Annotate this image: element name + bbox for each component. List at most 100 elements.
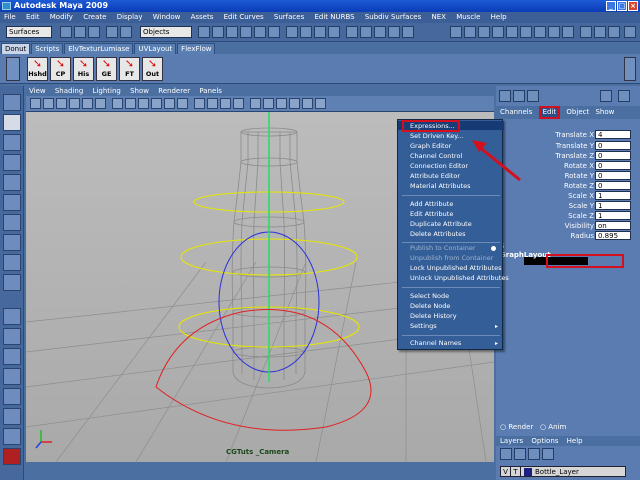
panel-toggle-icon[interactable] xyxy=(506,26,518,38)
shelf-button-hshd[interactable]: ➘ Hshd xyxy=(27,57,48,81)
menu-item-settings[interactable]: Settings xyxy=(410,322,437,330)
lasso-tool-icon[interactable] xyxy=(3,114,21,131)
pick-mask-icon[interactable] xyxy=(240,26,252,38)
wireframe-on-shaded-icon[interactable] xyxy=(164,98,175,109)
pick-mask-icon[interactable] xyxy=(268,26,280,38)
shelf-button-cp[interactable]: ➘ CP xyxy=(50,57,71,81)
select-tool-icon[interactable] xyxy=(3,94,21,111)
new-layer-icon[interactable] xyxy=(500,448,512,460)
menu-create[interactable]: Create xyxy=(83,13,106,21)
pick-mask-icon[interactable] xyxy=(212,26,224,38)
pick-mask-icon[interactable] xyxy=(226,26,238,38)
hud-icon[interactable] xyxy=(276,98,287,109)
smooth-shade-icon[interactable] xyxy=(151,98,162,109)
hud-icon[interactable] xyxy=(289,98,300,109)
menu-item-select-node[interactable]: Select Node xyxy=(410,292,449,300)
paint-select-icon[interactable] xyxy=(3,134,21,151)
move-tool-icon[interactable] xyxy=(3,154,21,171)
attr-row[interactable]: Translate X4 xyxy=(496,130,640,140)
panel-menu-view[interactable]: View xyxy=(29,87,46,95)
isolate-select-icon[interactable] xyxy=(250,98,261,109)
camera-attr-icon[interactable] xyxy=(43,98,54,109)
wireframe-icon[interactable] xyxy=(112,98,123,109)
panel-menu-show[interactable]: Show xyxy=(130,87,149,95)
layout-persp-graph-icon[interactable] xyxy=(3,368,21,385)
history-icon[interactable] xyxy=(346,26,358,38)
hud-icon[interactable] xyxy=(315,98,326,109)
panel-toggle-icon[interactable] xyxy=(534,26,546,38)
smooth-shade-icon[interactable] xyxy=(138,98,149,109)
menu-item-unlock-unpublished[interactable]: Unlock Unpublished Attributes xyxy=(410,274,509,282)
panel-toggle-icon[interactable] xyxy=(594,26,606,38)
menu-muscle[interactable]: Muscle xyxy=(456,13,480,21)
layer-menu-options[interactable]: Options xyxy=(531,437,558,445)
option-box-icon[interactable] xyxy=(491,246,496,251)
menu-assets[interactable]: Assets xyxy=(191,13,214,21)
channel-box-menu-object[interactable]: Object xyxy=(566,108,589,116)
panel-toggle-icon[interactable] xyxy=(624,26,636,38)
select-object-icon[interactable] xyxy=(120,26,132,38)
menu-set-dropdown[interactable]: Surfaces xyxy=(6,26,52,38)
panel-toggle-icon[interactable] xyxy=(492,26,504,38)
menu-item-edit-attribute[interactable]: Edit Attribute xyxy=(410,210,453,218)
menu-help[interactable]: Help xyxy=(491,13,507,21)
menu-edit-curves[interactable]: Edit Curves xyxy=(224,13,264,21)
attr-row[interactable]: Scale Y1 xyxy=(496,201,640,211)
shadows-icon[interactable] xyxy=(233,98,244,109)
new-layer-selected-icon[interactable] xyxy=(514,448,526,460)
attr-row[interactable]: Scale Z1 xyxy=(496,211,640,221)
menu-edit-nurbs[interactable]: Edit NURBS xyxy=(314,13,354,21)
new-scene-icon[interactable] xyxy=(60,26,72,38)
menu-item-lock-unpublished[interactable]: Lock Unpublished Attributes xyxy=(410,264,502,272)
layout-four-icon[interactable] xyxy=(3,328,21,345)
snap-plane-icon[interactable] xyxy=(328,26,340,38)
render-icon[interactable] xyxy=(374,26,386,38)
attr-row[interactable]: Rotate X0 xyxy=(496,161,640,171)
shelf-scroll-icon[interactable] xyxy=(624,57,636,81)
pick-mask-icon[interactable] xyxy=(198,26,210,38)
save-scene-icon[interactable] xyxy=(88,26,100,38)
camera-icon[interactable] xyxy=(30,98,41,109)
menu-item-delete-attributes[interactable]: Delete Attributes xyxy=(410,230,466,238)
panel-toggle-icon[interactable] xyxy=(608,26,620,38)
selection-mode-dropdown[interactable]: Objects xyxy=(140,26,192,38)
menu-nex[interactable]: NEX xyxy=(432,13,446,21)
select-hierarchy-icon[interactable] xyxy=(106,26,118,38)
channel-box-menu-channels[interactable]: Channels xyxy=(500,108,532,116)
layout-icon[interactable] xyxy=(600,90,612,102)
panel-toggle-icon[interactable] xyxy=(580,26,592,38)
layout-custom-icon[interactable] xyxy=(3,428,21,445)
open-scene-icon[interactable] xyxy=(74,26,86,38)
lights-icon[interactable] xyxy=(220,98,231,109)
menu-item-duplicate-attribute[interactable]: Duplicate Attribute xyxy=(410,220,472,228)
menu-item-expressions[interactable]: Expressions... xyxy=(410,122,455,130)
panel-menu-lighting[interactable]: Lighting xyxy=(93,87,121,95)
smooth-shade-icon[interactable] xyxy=(125,98,136,109)
attr-row[interactable]: Translate Z0 xyxy=(496,151,640,161)
attr-row-rotate-y[interactable]: Rotate Y0 xyxy=(496,171,640,181)
layer-menu-help[interactable]: Help xyxy=(567,437,583,445)
attr-row[interactable]: Radius 0.895 xyxy=(496,231,640,241)
layout-single-icon[interactable] xyxy=(3,308,21,325)
layer-row-bottle[interactable]: V T Bottle_Layer xyxy=(500,466,626,477)
history-icon[interactable] xyxy=(360,26,372,38)
attr-row[interactable]: Scale X1 xyxy=(496,191,640,201)
menu-window[interactable]: Window xyxy=(153,13,181,21)
menu-display[interactable]: Display xyxy=(117,13,143,21)
film-gate-icon[interactable] xyxy=(95,98,106,109)
shelf-button-out[interactable]: ➘ Out xyxy=(142,57,163,81)
move-layer-icon[interactable] xyxy=(528,448,540,460)
layer-visibility-toggle[interactable]: V xyxy=(501,467,511,477)
layer-type-toggle[interactable]: T xyxy=(511,467,521,477)
pick-mask-icon[interactable] xyxy=(254,26,266,38)
menu-modify[interactable]: Modify xyxy=(50,13,73,21)
layer-menu-layers[interactable]: Layers xyxy=(500,437,523,445)
snap-point-icon[interactable] xyxy=(314,26,326,38)
show-manipulator-icon[interactable] xyxy=(3,254,21,271)
texture-icon[interactable] xyxy=(194,98,205,109)
menu-item-add-attribute[interactable]: Add Attribute xyxy=(410,200,453,208)
resolution-gate-icon[interactable] xyxy=(263,98,274,109)
x-ray-icon[interactable] xyxy=(177,98,188,109)
panel-menu-shading[interactable]: Shading xyxy=(55,87,83,95)
soft-mod-tool-icon[interactable] xyxy=(3,234,21,251)
